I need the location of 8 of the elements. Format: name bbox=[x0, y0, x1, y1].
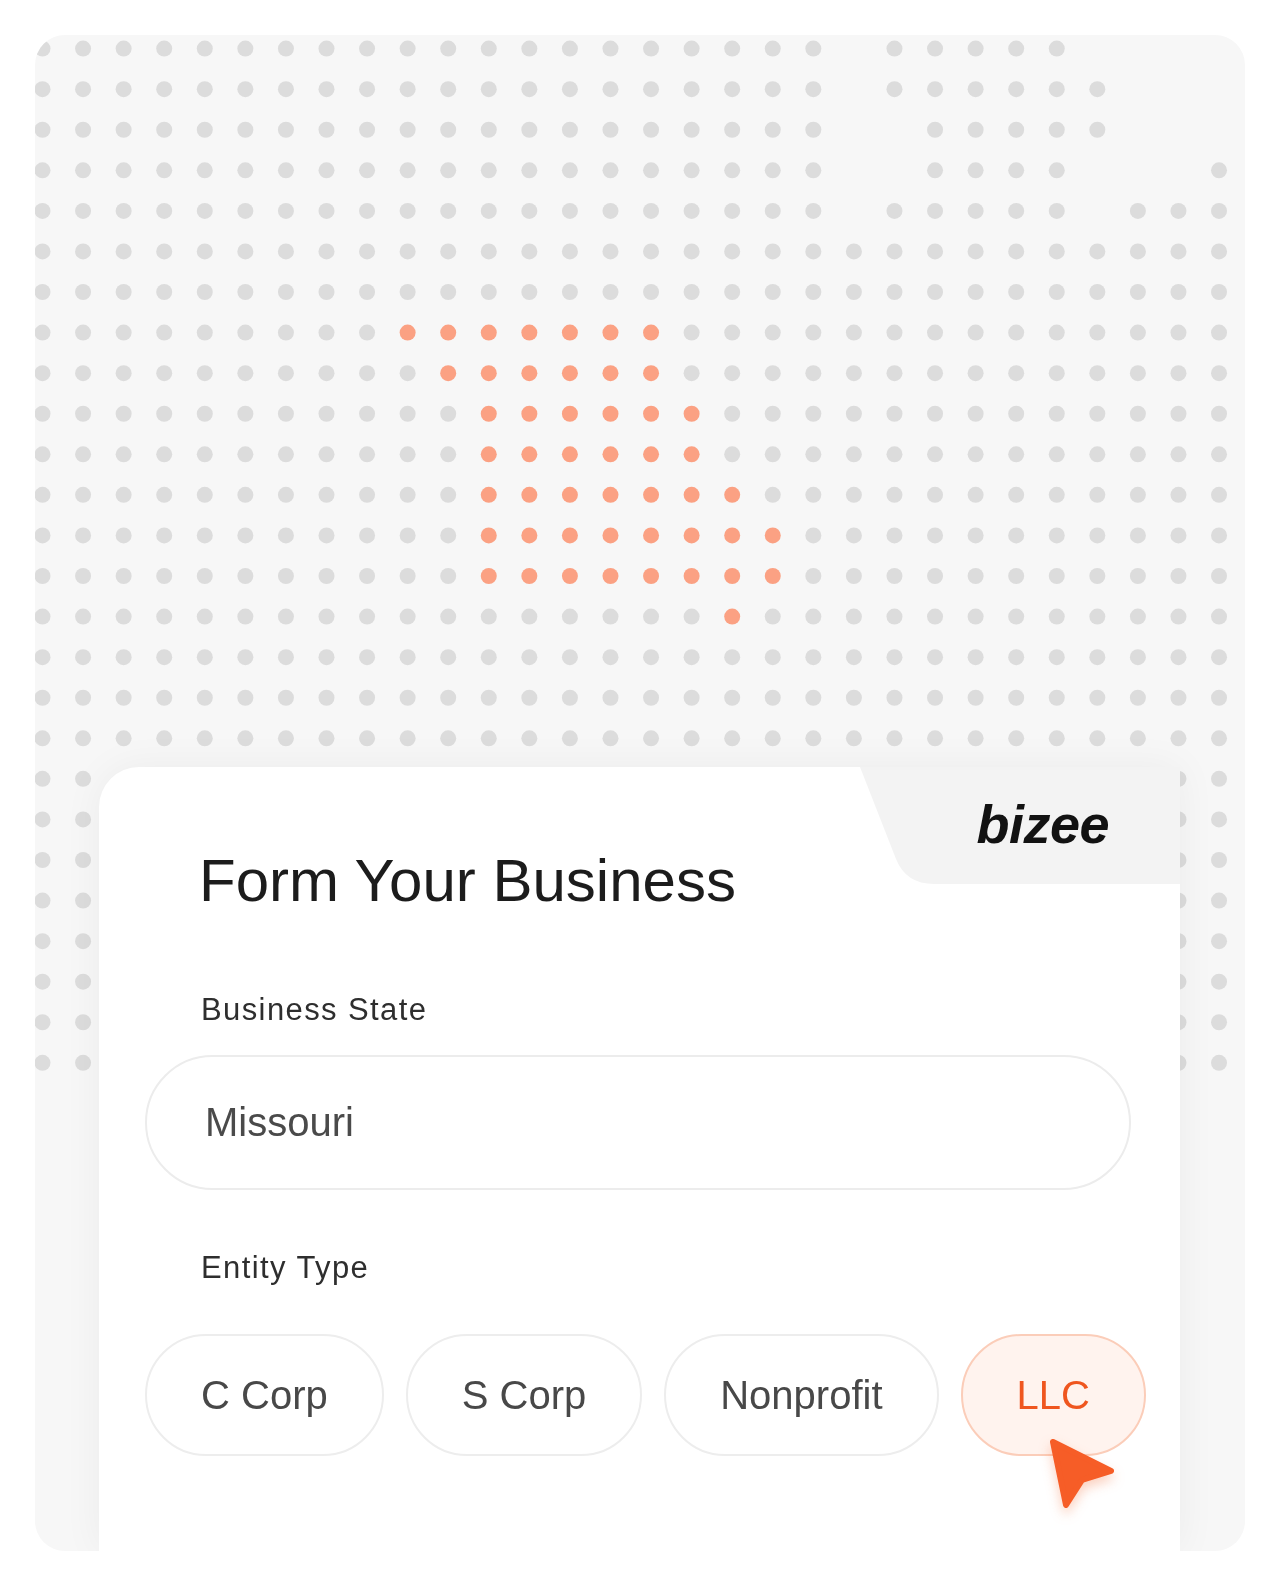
brand-logo: bizee bbox=[976, 797, 1109, 851]
state-field[interactable]: Missouri bbox=[145, 1055, 1131, 1190]
field-label: Business State bbox=[201, 991, 428, 1028]
entity-type-option[interactable]: S Corp bbox=[405, 1334, 643, 1456]
field-label: Entity Type bbox=[201, 1249, 370, 1286]
form-title: Form Your Business bbox=[199, 846, 736, 916]
entity-type-option[interactable]: C Corp bbox=[145, 1334, 384, 1456]
entity-type-option[interactable]: Nonprofit bbox=[664, 1334, 939, 1456]
